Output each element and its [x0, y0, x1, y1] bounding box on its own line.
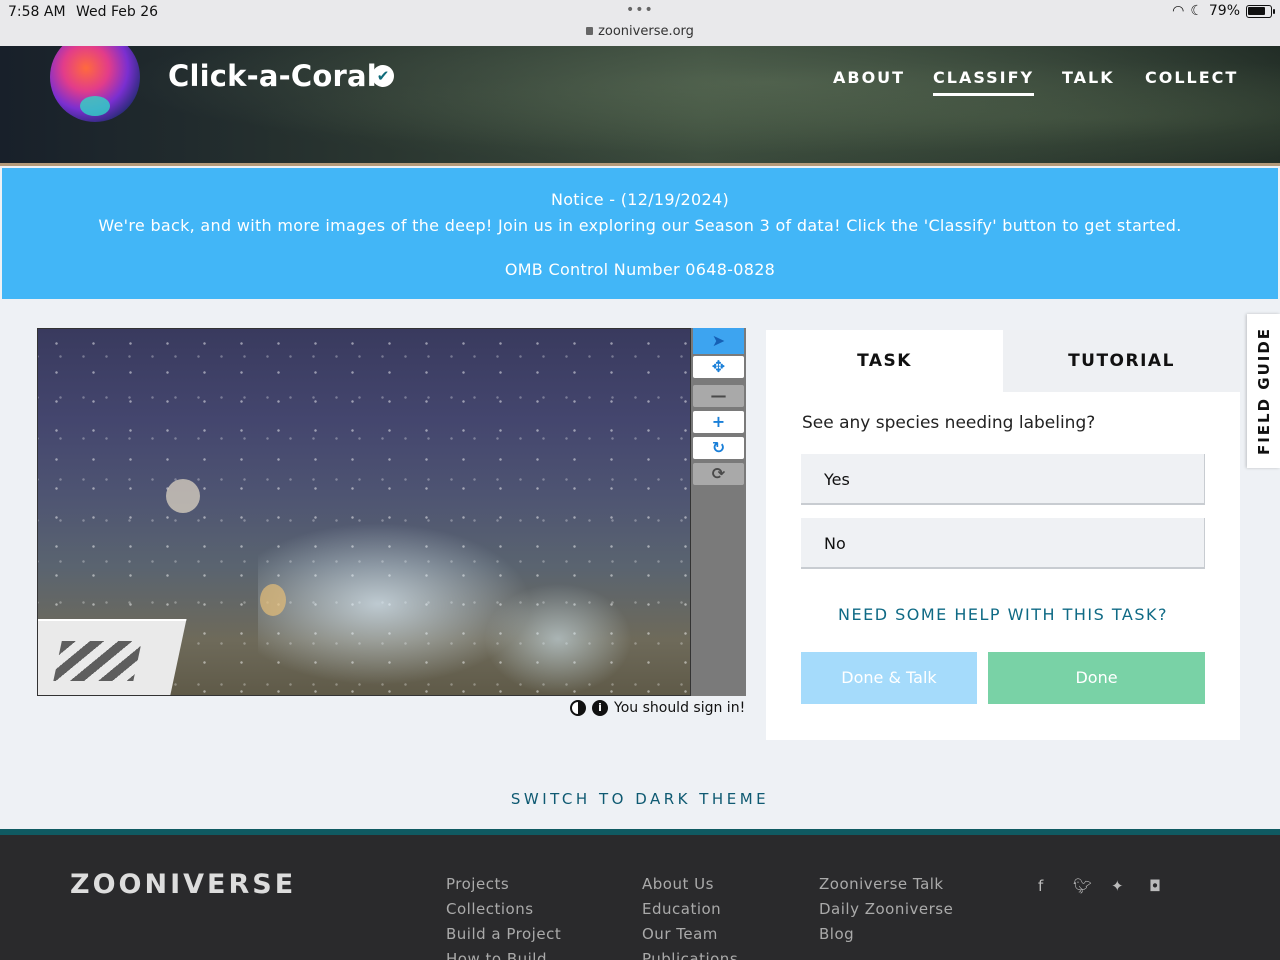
subject-image[interactable]: [37, 328, 691, 696]
switch-theme-button[interactable]: SWITCH TO DARK THEME: [0, 790, 1280, 808]
sign-in-message: You should sign in!: [614, 700, 746, 716]
pan-icon[interactable]: ✥: [693, 356, 744, 378]
footer-link[interactable]: Zooniverse Talk: [819, 875, 953, 900]
ios-status-bar: 7:58 AM Wed Feb 26 ••• zooniverse.org ◠ …: [0, 0, 1280, 46]
zooniverse-logo[interactable]: ZOONIVERSE: [70, 869, 296, 900]
done-and-talk-button[interactable]: Done & Talk: [801, 652, 977, 704]
address-bar[interactable]: zooniverse.org: [0, 24, 1280, 39]
nav-classify[interactable]: CLASSIFY: [933, 68, 1035, 96]
site-footer: ZOONIVERSE Projects Collections Build a …: [0, 829, 1280, 960]
footer-link[interactable]: Projects: [446, 875, 561, 900]
footer-col-talk: Zooniverse Talk Daily Zooniverse Blog: [819, 875, 953, 950]
instagram-icon[interactable]: ◘: [1149, 877, 1161, 895]
moon-icon: ☾: [1190, 3, 1203, 19]
field-guide-tab[interactable]: FIELD GUIDE: [1247, 314, 1280, 468]
tab-tutorial[interactable]: TUTORIAL: [1003, 330, 1240, 392]
bluesky-icon[interactable]: ✦: [1111, 877, 1124, 895]
lock-icon: [586, 27, 594, 35]
status-date: Wed Feb 26: [76, 4, 159, 20]
footer-link[interactable]: How to Build: [446, 950, 561, 960]
project-title[interactable]: Click-a-Coral: [168, 59, 377, 93]
task-panel: TASK TUTORIAL See any species needing la…: [766, 330, 1240, 740]
footer-link[interactable]: Blog: [819, 925, 953, 950]
notice-date: Notice - (12/19/2024): [550, 190, 730, 209]
image-toolbar: ➤ ✥ — + ↻ ⟳: [691, 328, 746, 696]
task-question: See any species needing labeling?: [802, 413, 1096, 433]
status-time: 7:58 AM: [8, 4, 66, 20]
footer-link[interactable]: Our Team: [642, 925, 738, 950]
notice-banner: Notice - (12/19/2024) We're back, and wi…: [2, 168, 1278, 299]
reset-icon[interactable]: ⟳: [693, 463, 744, 485]
footer-col-about: About Us Education Our Team Publications: [642, 875, 738, 960]
multitask-dots-icon[interactable]: •••: [626, 2, 654, 18]
done-button[interactable]: Done: [988, 652, 1205, 704]
twitter-icon[interactable]: 🐦︎: [1073, 877, 1092, 895]
footer-link[interactable]: Collections: [446, 900, 561, 925]
zoom-out-icon[interactable]: —: [693, 385, 744, 407]
url-text: zooniverse.org: [598, 24, 694, 39]
invert-colors-icon[interactable]: [570, 700, 586, 716]
field-guide-label: FIELD GUIDE: [1254, 326, 1273, 456]
tab-task[interactable]: TASK: [766, 330, 1003, 392]
footer-link[interactable]: About Us: [642, 875, 738, 900]
status-indicators: ◠ ☾ 79%: [1172, 3, 1275, 19]
project-header: Click-a-Coral ✔ ABOUT CLASSIFY TALK COLL…: [0, 46, 1280, 166]
footer-link[interactable]: Education: [642, 900, 738, 925]
task-help-link[interactable]: NEED SOME HELP WITH THIS TASK?: [766, 605, 1240, 624]
pointer-icon[interactable]: ➤: [693, 328, 744, 354]
nav-talk[interactable]: TALK: [1062, 68, 1115, 87]
battery-percent: 79%: [1208, 3, 1240, 19]
viewer-meta: i You should sign in!: [570, 700, 745, 716]
battery-icon: [1246, 4, 1275, 18]
notice-message: We're back, and with more images of the …: [98, 216, 1182, 235]
wifi-icon: ◠: [1172, 3, 1185, 19]
answer-no[interactable]: No: [801, 518, 1205, 569]
info-icon[interactable]: i: [592, 700, 608, 716]
omb-control-number: OMB Control Number 0648-0828: [504, 260, 776, 279]
footer-link[interactable]: Build a Project: [446, 925, 561, 950]
footer-col-projects: Projects Collections Build a Project How…: [446, 875, 561, 960]
footer-link[interactable]: Daily Zooniverse: [819, 900, 953, 925]
facebook-icon[interactable]: f: [1038, 877, 1043, 895]
answer-yes[interactable]: Yes: [801, 454, 1205, 505]
verified-badge-icon: ✔: [372, 65, 394, 87]
nav-about[interactable]: ABOUT: [833, 68, 905, 87]
zoom-in-icon[interactable]: +: [693, 411, 744, 433]
footer-link[interactable]: Publications: [642, 950, 738, 960]
nav-collect[interactable]: COLLECT: [1145, 68, 1238, 87]
project-avatar[interactable]: [50, 46, 140, 122]
rotate-icon[interactable]: ↻: [693, 437, 744, 459]
